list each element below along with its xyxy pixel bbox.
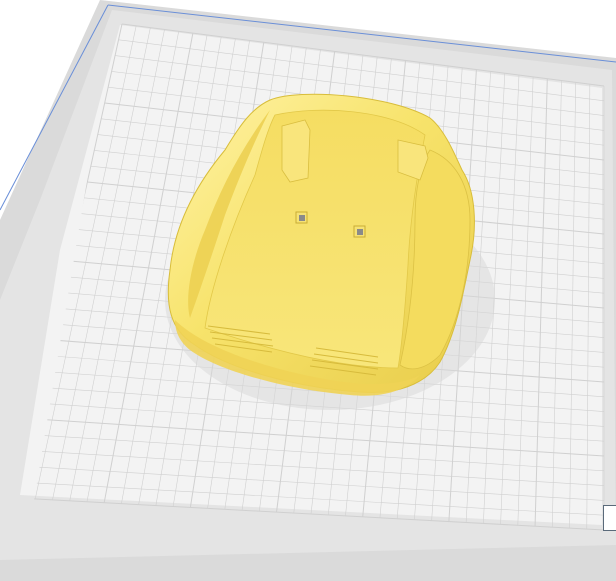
view-orientation-widget[interactable] xyxy=(603,505,616,531)
3d-viewport[interactable] xyxy=(0,0,616,581)
seat-back-tab-left xyxy=(281,119,311,183)
seat-hole-left-inner xyxy=(299,215,305,221)
build-plate-scene[interactable] xyxy=(0,0,616,581)
seat-hole-right-inner xyxy=(357,229,363,235)
